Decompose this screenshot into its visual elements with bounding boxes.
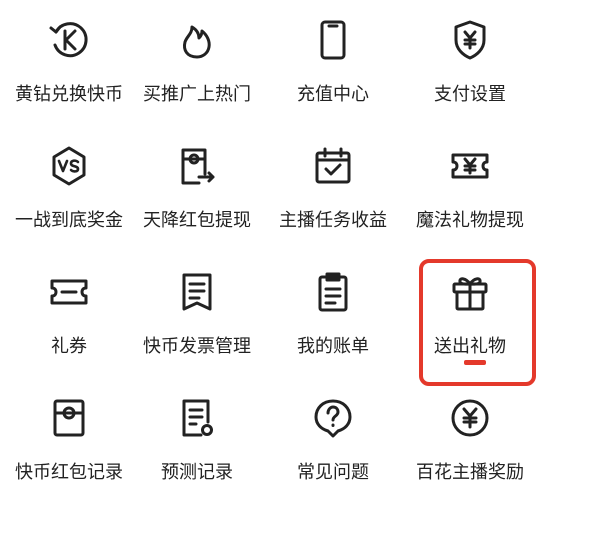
red-packet-record-icon bbox=[47, 396, 91, 440]
ticket-yen-icon bbox=[448, 144, 492, 188]
grid-item-prediction-record[interactable]: 预测记录 bbox=[128, 378, 266, 488]
grid-item-host-task-income[interactable]: 主播任务收益 bbox=[264, 126, 402, 236]
grid-item-label: 百花主播奖励 bbox=[416, 462, 524, 483]
grid-item-label: 魔法礼物提现 bbox=[416, 210, 524, 231]
grid-item-label: 充值中心 bbox=[297, 84, 369, 105]
calendar-check-icon bbox=[311, 144, 355, 188]
grid-item-label: 常见问题 bbox=[297, 462, 369, 483]
yen-coin-icon bbox=[448, 396, 492, 440]
grid-item-faq[interactable]: 常见问题 bbox=[264, 378, 402, 488]
grid-item-label: 我的账单 bbox=[297, 336, 369, 357]
grid-item-payment-settings[interactable]: 支付设置 bbox=[401, 0, 539, 110]
coupon-icon bbox=[47, 270, 91, 314]
phone-icon bbox=[311, 18, 355, 62]
flame-icon bbox=[175, 18, 219, 62]
grid-item-red-packet-withdraw[interactable]: 天降红包提现 bbox=[128, 126, 266, 236]
grid-item-host-reward[interactable]: 百花主播奖励 bbox=[401, 378, 539, 488]
grid-item-my-bill[interactable]: 我的账单 bbox=[264, 252, 402, 362]
grid-item-label: 快币发票管理 bbox=[143, 336, 251, 357]
prediction-record-icon bbox=[175, 396, 219, 440]
grid-item-label: 送出礼物 bbox=[434, 336, 506, 357]
red-packet-withdraw-icon bbox=[175, 144, 219, 188]
bill-icon bbox=[311, 270, 355, 314]
grid-item-recharge-center[interactable]: 充值中心 bbox=[264, 0, 402, 110]
shield-yen-icon bbox=[448, 18, 492, 62]
highlight-underline-mark bbox=[464, 360, 486, 365]
question-icon bbox=[311, 396, 355, 440]
grid-item-label: 预测记录 bbox=[161, 462, 233, 483]
grid-item-label: 主播任务收益 bbox=[279, 210, 387, 231]
grid-item-magic-gift-withdraw[interactable]: 魔法礼物提现 bbox=[401, 126, 539, 236]
grid-item-invoice-management[interactable]: 快币发票管理 bbox=[128, 252, 266, 362]
grid-item-label: 买推广上热门 bbox=[143, 84, 251, 105]
vs-badge-icon bbox=[47, 144, 91, 188]
gift-icon bbox=[448, 270, 492, 314]
grid-item-label: 天降红包提现 bbox=[143, 210, 251, 231]
grid-item-label: 支付设置 bbox=[434, 84, 506, 105]
invoice-icon bbox=[175, 270, 219, 314]
grid-item-sent-gifts[interactable]: 送出礼物 bbox=[401, 252, 539, 362]
grid-item-buy-promotion[interactable]: 买推广上热门 bbox=[128, 0, 266, 110]
exchange-k-icon bbox=[47, 18, 91, 62]
